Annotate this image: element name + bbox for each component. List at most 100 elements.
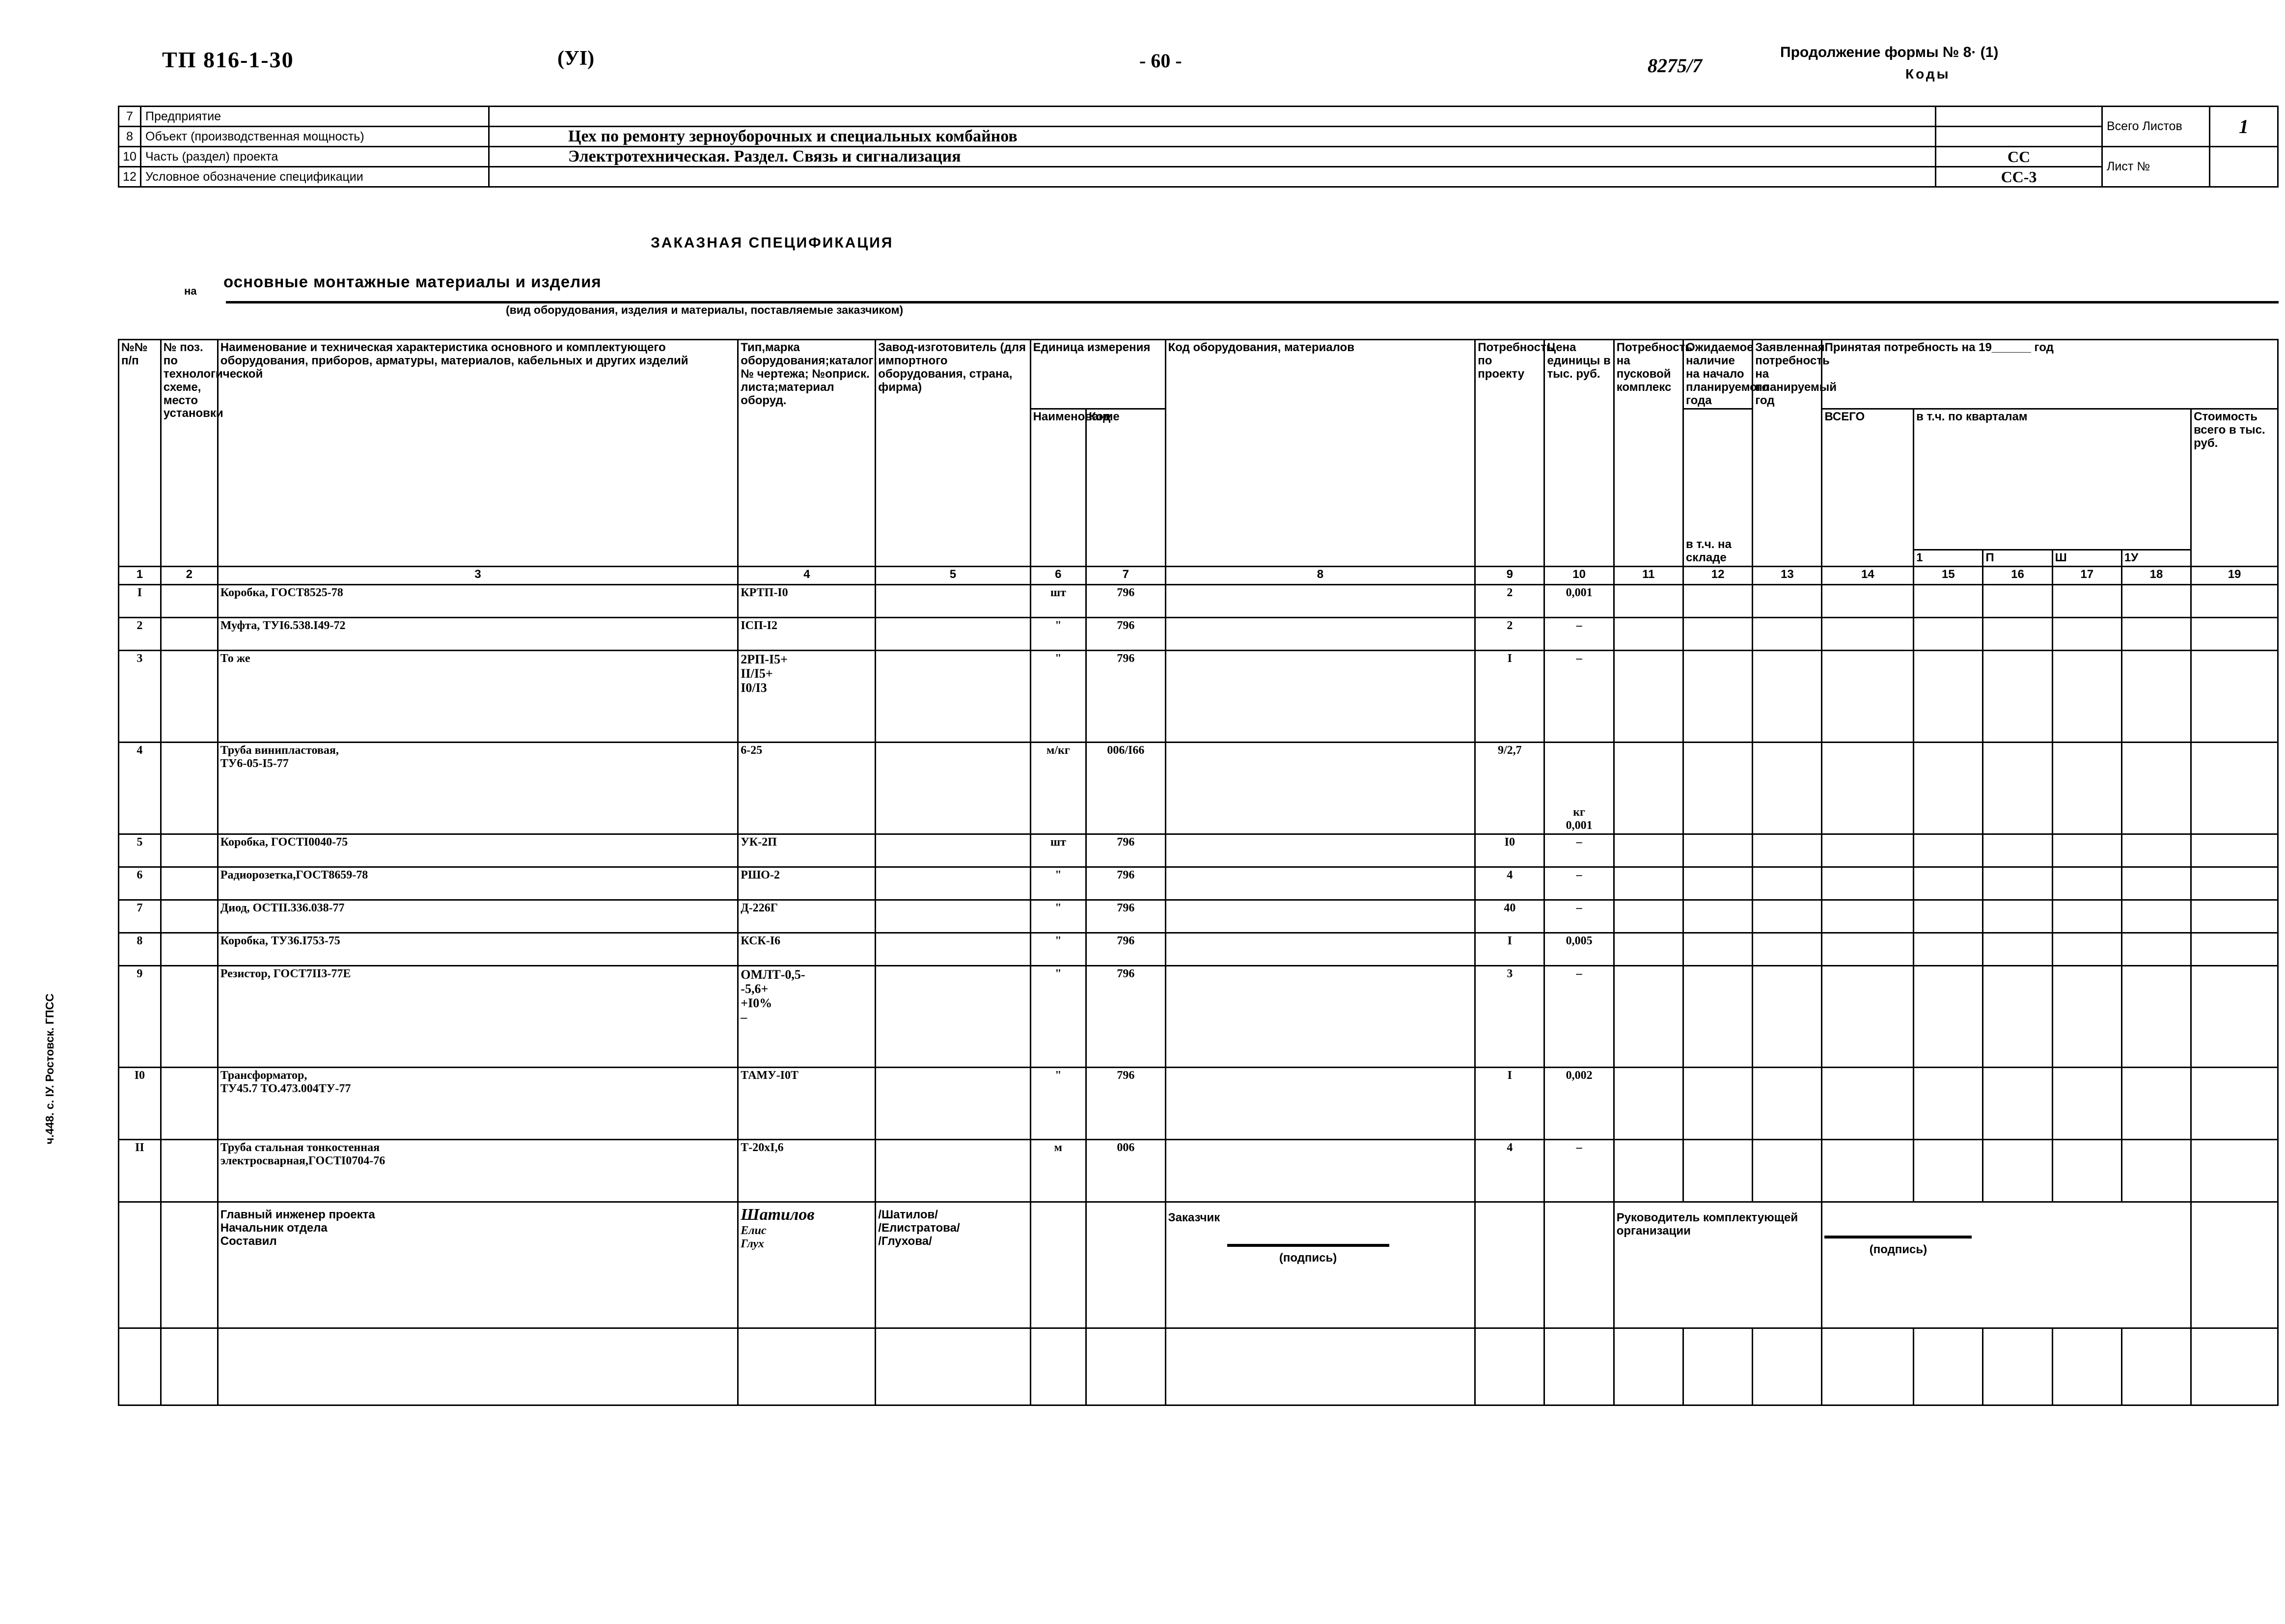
cell-blank bbox=[2190, 899, 2279, 934]
cell-row-number: 6 bbox=[118, 866, 162, 901]
col-header-12b: в т.ч. на складе bbox=[1682, 408, 1754, 567]
cell-need: 2 bbox=[1474, 584, 1545, 618]
table-row: 3 То же 2РП-I5+ II/I5+ I0/I3 " 796 I – bbox=[118, 650, 2279, 743]
row-value bbox=[488, 166, 1936, 188]
cell-price-value: 0,001 bbox=[1566, 586, 1593, 599]
col-header-q2: П bbox=[1982, 549, 2053, 567]
volume-number: (УI) bbox=[557, 47, 595, 70]
cell-name: Труба винипластовая, ТУ6-05-I5-77 bbox=[217, 742, 739, 835]
cell-equipment-code bbox=[1164, 833, 1476, 868]
cell-blank bbox=[2120, 899, 2192, 934]
cell-type-mark: ОМЛТ-0,5- -5,6+ +I0% – bbox=[737, 965, 877, 1068]
colnum-4: 4 bbox=[737, 566, 877, 585]
cell-price-note: кг bbox=[1573, 806, 1585, 819]
document-number: 8275/7 bbox=[1648, 55, 1703, 77]
cell-factory bbox=[875, 617, 1031, 651]
signer-name-2: /Елистратова/ bbox=[878, 1221, 960, 1235]
cell-need: I bbox=[1474, 1067, 1545, 1140]
cell-name: Трансформатор, ТУ45.7 ТО.473.004ТУ-77 bbox=[217, 1067, 739, 1140]
cell-name: Труба стальная тонкостенная электросварн… bbox=[217, 1139, 739, 1203]
info-row-part: 10 Часть (раздел) проекта Электротехниче… bbox=[118, 146, 2279, 188]
cell-blank bbox=[2190, 650, 2279, 743]
colnum-17: 17 bbox=[2051, 566, 2122, 585]
col-header-7: Код bbox=[1085, 408, 1166, 567]
cell-blank bbox=[1682, 899, 1754, 934]
cell-type-mark: УК-2П bbox=[737, 833, 877, 868]
cell-blank bbox=[1913, 899, 1984, 934]
cell-name: Диод, ОСТII.336.038-77 bbox=[217, 899, 739, 934]
table-row: 8 Коробка, ТУ36.I753-75 КСК-I6 " 796 I 0,005 bbox=[118, 932, 2279, 966]
cell-blank bbox=[2051, 866, 2122, 901]
table-body: I Коробка, ГОСТ8525-78 КРТП-I0 шт 796 2 0,001 2… bbox=[118, 584, 2279, 1203]
title-prefix: на bbox=[184, 285, 197, 297]
cell-price: – bbox=[1543, 617, 1615, 651]
specification-title: ЗАКАЗНАЯ СПЕЦИФИКАЦИЯ bbox=[651, 235, 894, 251]
cell-equipment-code bbox=[1164, 617, 1476, 651]
handwritten-signature-2: Елис bbox=[741, 1224, 767, 1238]
cell-need: I bbox=[1474, 932, 1545, 966]
cell-factory bbox=[875, 833, 1031, 868]
cell-blank bbox=[1682, 932, 1754, 966]
cell-equipment-code bbox=[1164, 650, 1476, 743]
cell-name: Коробка, ГОСТ8525-78 bbox=[217, 584, 739, 618]
row-code bbox=[1935, 126, 2103, 147]
cell-unit-name: м/кг bbox=[1029, 742, 1087, 835]
table-row: II Труба стальная тонкостенная электросва… bbox=[118, 1139, 2279, 1203]
cell-blank bbox=[1613, 617, 1684, 651]
cell-equipment-code bbox=[1164, 584, 1476, 618]
cell-blank bbox=[2120, 866, 2192, 901]
cell-factory bbox=[875, 584, 1031, 618]
cell-blank bbox=[1682, 866, 1754, 901]
cell-blank bbox=[1913, 932, 1984, 966]
cell-blank bbox=[1752, 617, 1823, 651]
cell-position bbox=[160, 866, 219, 901]
cell-blank bbox=[1613, 584, 1684, 618]
cell-blank bbox=[1913, 833, 1984, 868]
cell-blank bbox=[1613, 965, 1684, 1068]
table-row: 4 Труба винипластовая, ТУ6-05-I5-77 6-25 м/… bbox=[118, 742, 2279, 835]
table-header-row: №№ п/п № поз. по технологической схеме, … bbox=[118, 338, 2279, 567]
cell-blank bbox=[2120, 1067, 2192, 1140]
customer-label: Заказчик bbox=[1168, 1211, 1220, 1224]
cell-position bbox=[160, 1067, 219, 1140]
col-header-q4: 1У bbox=[2120, 549, 2192, 567]
cell-blank bbox=[2190, 1067, 2279, 1140]
cell-name: Коробка, ГОСТI0040-75 bbox=[217, 833, 739, 868]
row-code: СС-3 bbox=[1935, 166, 2103, 188]
cell-blank bbox=[1982, 1139, 2053, 1203]
cell-blank bbox=[1752, 1067, 1823, 1140]
colnum-2: 2 bbox=[160, 566, 219, 585]
cell-unit-code: 006 bbox=[1085, 1139, 1166, 1203]
cell-blank bbox=[1982, 650, 2053, 743]
row-number: 12 bbox=[118, 166, 141, 188]
row-code: СС bbox=[1935, 146, 2103, 167]
cell-blank bbox=[1682, 617, 1754, 651]
cell-need: I0 bbox=[1474, 833, 1545, 868]
cell-blank bbox=[1682, 742, 1754, 835]
cell-blank bbox=[1913, 650, 1984, 743]
cell-price: – bbox=[1543, 899, 1615, 934]
cell-row-number: II bbox=[118, 1139, 162, 1203]
cell-blank bbox=[1752, 899, 1823, 934]
cell-equipment-code bbox=[1164, 1139, 1476, 1203]
cell-price-value: 0,001 bbox=[1566, 819, 1593, 832]
cell-type-mark: КСК-I6 bbox=[737, 932, 877, 966]
col-header-6: Наименование bbox=[1029, 408, 1120, 567]
form-continuation-label: Продолжение формы № 8· (1) bbox=[1780, 44, 1999, 60]
supplier-signature-line[interactable] bbox=[1824, 1235, 1972, 1239]
cell-price-value: – bbox=[1576, 967, 1582, 980]
cell-unit-name: " bbox=[1029, 866, 1087, 901]
signer-name-3: /Глухова/ bbox=[878, 1234, 932, 1248]
cell-price: – bbox=[1543, 1139, 1615, 1203]
row-value: Электротехническая. Раздел. Связь и сигн… bbox=[488, 146, 1936, 167]
customer-signature-line[interactable] bbox=[1227, 1243, 1389, 1247]
supplier-label: Руководитель комплектующей организации bbox=[1616, 1211, 1798, 1238]
col-header-1: №№ п/п bbox=[118, 339, 162, 567]
cell-unit-code: 796 bbox=[1085, 650, 1166, 743]
row-label: Предприятие bbox=[140, 106, 490, 127]
cell-factory bbox=[875, 1067, 1031, 1140]
row-number: 8 bbox=[118, 126, 141, 147]
cell-blank bbox=[1913, 965, 1984, 1068]
cell-unit-name: " bbox=[1029, 617, 1087, 651]
cell-blank bbox=[1913, 617, 1984, 651]
